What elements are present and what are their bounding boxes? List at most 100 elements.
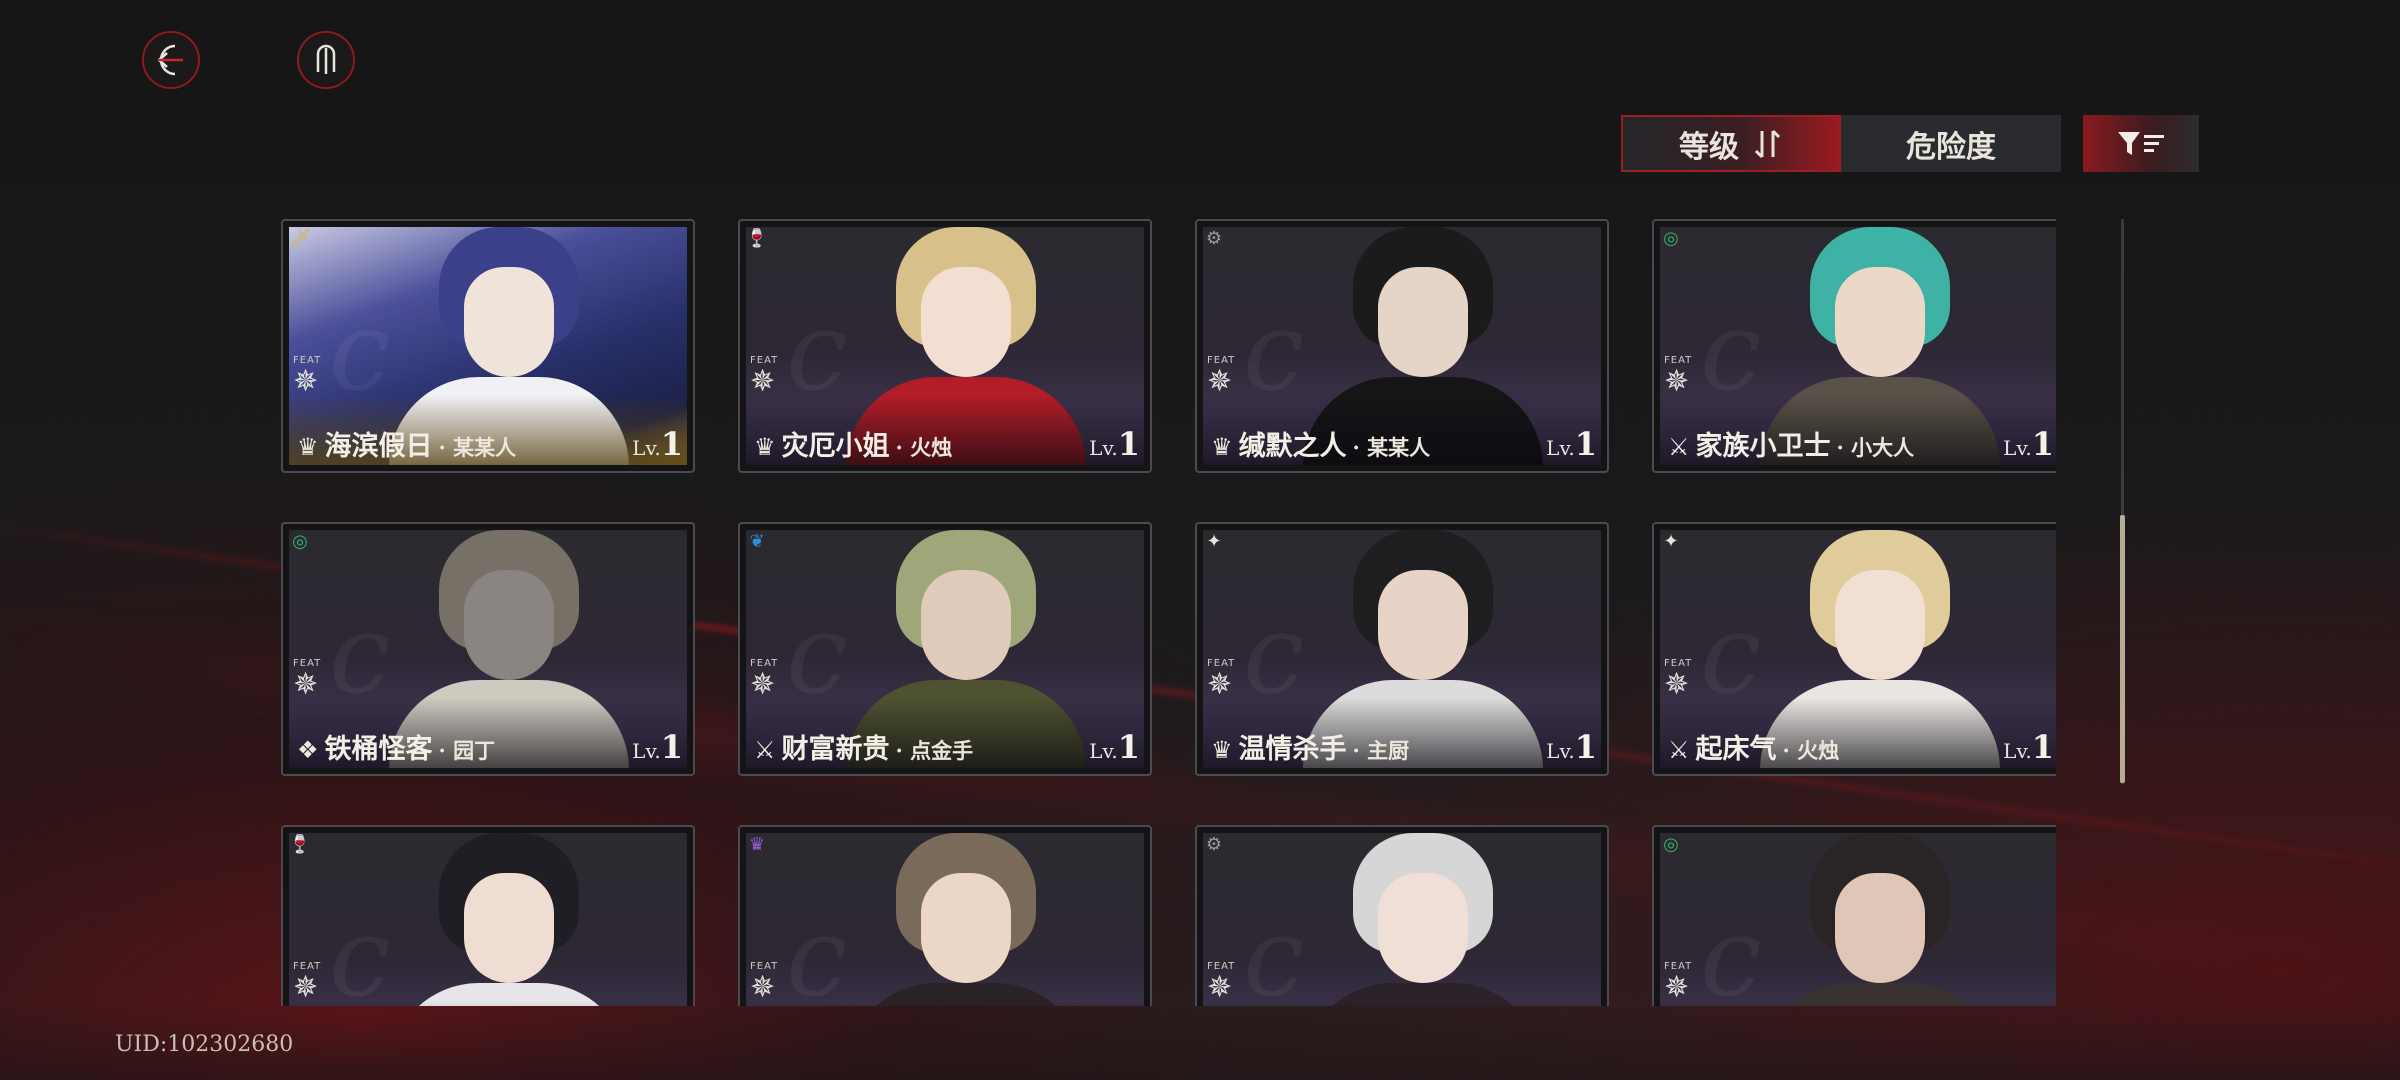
level-prefix: Lv.	[2003, 436, 2032, 460]
character-card[interactable]: c ◎ FEAT ✵ ⚔ 家族小卫士 · 小大人 Lv.1	[1652, 219, 2056, 473]
level-number: 1	[2031, 728, 2054, 766]
feat-badge: FEAT ✵	[1207, 658, 1253, 701]
card-title: 温情杀手	[1238, 734, 1347, 765]
portrait-face	[1835, 267, 1925, 377]
portrait-body	[1303, 983, 1543, 1006]
swords-icon: ⚔	[1668, 433, 1690, 461]
card-name: ❖ 铁桶怪客 · 园丁	[297, 727, 495, 766]
character-card[interactable]: c ⚙ FEAT ✵	[1195, 825, 1609, 1006]
character-card[interactable]: c ◎ FEAT ✵ ❖ 铁桶怪客 · 园丁 Lv.1	[281, 522, 695, 776]
character-portrait	[826, 833, 1096, 1006]
portrait-face	[921, 873, 1011, 983]
portrait-face	[464, 570, 554, 680]
crown-icon: ♛	[754, 433, 776, 461]
card-title: 起床气	[1695, 734, 1777, 765]
sort-level-label: 等级	[1679, 129, 1739, 165]
card-level: Lv.1	[632, 728, 683, 766]
portrait-face	[464, 873, 554, 983]
feat-pinwheel-icon: ✵	[750, 970, 776, 1005]
filter-icon	[2118, 131, 2164, 155]
feat-badge: FEAT ✵	[293, 355, 339, 398]
crown-icon: ♛	[748, 833, 766, 855]
card-character: · 火烛	[1782, 738, 1840, 763]
trident-menu-icon	[316, 44, 336, 74]
feat-pinwheel-icon: ✵	[750, 364, 776, 399]
sort-by-danger-button[interactable]: 危险度	[1841, 115, 2061, 172]
feat-pinwheel-icon: ✵	[1664, 970, 1690, 1005]
feat-pinwheel-icon: ✵	[293, 667, 319, 702]
swords-icon: ⚔	[1668, 736, 1690, 764]
butterfly-icon: ✦	[1663, 530, 1679, 552]
level-number: 1	[2031, 425, 2054, 463]
card-level: Lv.1	[1546, 425, 1597, 463]
card-title: 灾厄小姐	[781, 431, 890, 462]
dagger-icon: 🗡	[288, 227, 312, 249]
card-art: c	[1660, 833, 2056, 1006]
character-card[interactable]: c 🗡 FEAT ✵ ♛ 海滨假日 · 某某人 Lv.1	[281, 219, 695, 473]
character-card[interactable]: c ✦ FEAT ✵ ⚔ 起床气 · 火烛 Lv.1	[1652, 522, 2056, 776]
card-name: ♛ 灾厄小姐 · 火烛	[754, 424, 952, 463]
swords-icon: ⚔	[754, 736, 776, 764]
character-portrait	[1283, 833, 1553, 1006]
card-name: ♛ 温情杀手 · 主厨	[1211, 727, 1409, 766]
feat-pinwheel-icon: ✵	[1207, 364, 1233, 399]
feat-badge: FEAT ✵	[1664, 961, 1710, 1004]
character-card[interactable]: c ⚙ FEAT ✵ ♛ 缄默之人 · 某某人 Lv.1	[1195, 219, 1609, 473]
sort-order-icon	[1754, 129, 1781, 158]
uid-label: UID:102302680	[115, 1032, 294, 1057]
card-title: 海滨假日	[324, 431, 433, 462]
crown-icon: ♛	[297, 433, 319, 461]
feat-pinwheel-icon: ✵	[1664, 667, 1690, 702]
feat-pinwheel-icon: ✵	[293, 364, 319, 399]
card-level: Lv.1	[632, 425, 683, 463]
card-art: c	[746, 833, 1144, 1006]
level-prefix: Lv.	[1546, 739, 1575, 763]
character-card[interactable]: c ✦ FEAT ✵ ♛ 温情杀手 · 主厨 Lv.1	[1195, 522, 1609, 776]
feat-badge: FEAT ✵	[750, 355, 796, 398]
bottom-fade	[0, 1006, 2400, 1080]
character-card[interactable]: c ◎ FEAT ✵	[1652, 825, 2056, 1006]
feat-pinwheel-icon: ✵	[1207, 667, 1233, 702]
wings-icon: ❖	[297, 736, 319, 764]
card-name: ♛ 缄默之人 · 某某人	[1211, 424, 1430, 463]
card-art: c	[289, 833, 687, 1006]
crown-icon: ♛	[1211, 433, 1233, 461]
filter-button[interactable]	[2083, 115, 2199, 172]
feat-pinwheel-icon: ✵	[1664, 364, 1690, 399]
character-card[interactable]: c 🍷 FEAT ✵	[281, 825, 695, 1006]
card-character: · 火烛	[895, 435, 953, 460]
character-portrait	[1740, 833, 2010, 1006]
feather-icon: ❦	[749, 530, 765, 552]
swirl-icon: ◎	[292, 530, 308, 552]
level-number: 1	[1117, 425, 1140, 463]
card-title: 铁桶怪客	[324, 734, 433, 765]
sort-by-level-button[interactable]: 等级	[1621, 115, 1841, 172]
swirl-icon: ◎	[1663, 227, 1679, 249]
feat-badge: FEAT ✵	[1664, 658, 1710, 701]
feat-pinwheel-icon: ✵	[293, 970, 319, 1005]
level-prefix: Lv.	[632, 739, 661, 763]
back-arrow-icon	[158, 44, 183, 76]
goblet-icon: 🍷	[288, 833, 312, 855]
level-number: 1	[1574, 728, 1597, 766]
back-button[interactable]	[142, 31, 200, 89]
gear-icon: ⚙	[1205, 833, 1223, 855]
card-character: · 点金手	[895, 738, 974, 763]
character-card[interactable]: c ♛ FEAT ✵	[738, 825, 1152, 1006]
level-number: 1	[1574, 425, 1597, 463]
portrait-body	[389, 983, 629, 1006]
card-character: · 某某人	[1352, 435, 1431, 460]
level-prefix: Lv.	[2003, 739, 2032, 763]
scrollbar-thumb[interactable]	[2120, 515, 2125, 783]
feat-pinwheel-icon: ✵	[1207, 970, 1233, 1005]
menu-button[interactable]	[297, 31, 355, 89]
sort-tabs: 等级 危险度	[1621, 115, 2061, 172]
card-art: c	[1203, 833, 1601, 1006]
character-card[interactable]: c 🍷 FEAT ✵ ♛ 灾厄小姐 · 火烛 Lv.1	[738, 219, 1152, 473]
card-level: Lv.1	[1546, 728, 1597, 766]
card-level: Lv.1	[2003, 728, 2054, 766]
feat-badge: FEAT ✵	[1664, 355, 1710, 398]
card-title: 家族小卫士	[1695, 431, 1831, 462]
character-card[interactable]: c ❦ FEAT ✵ ⚔ 财富新贵 · 点金手 Lv.1	[738, 522, 1152, 776]
card-character: · 园丁	[438, 738, 496, 763]
